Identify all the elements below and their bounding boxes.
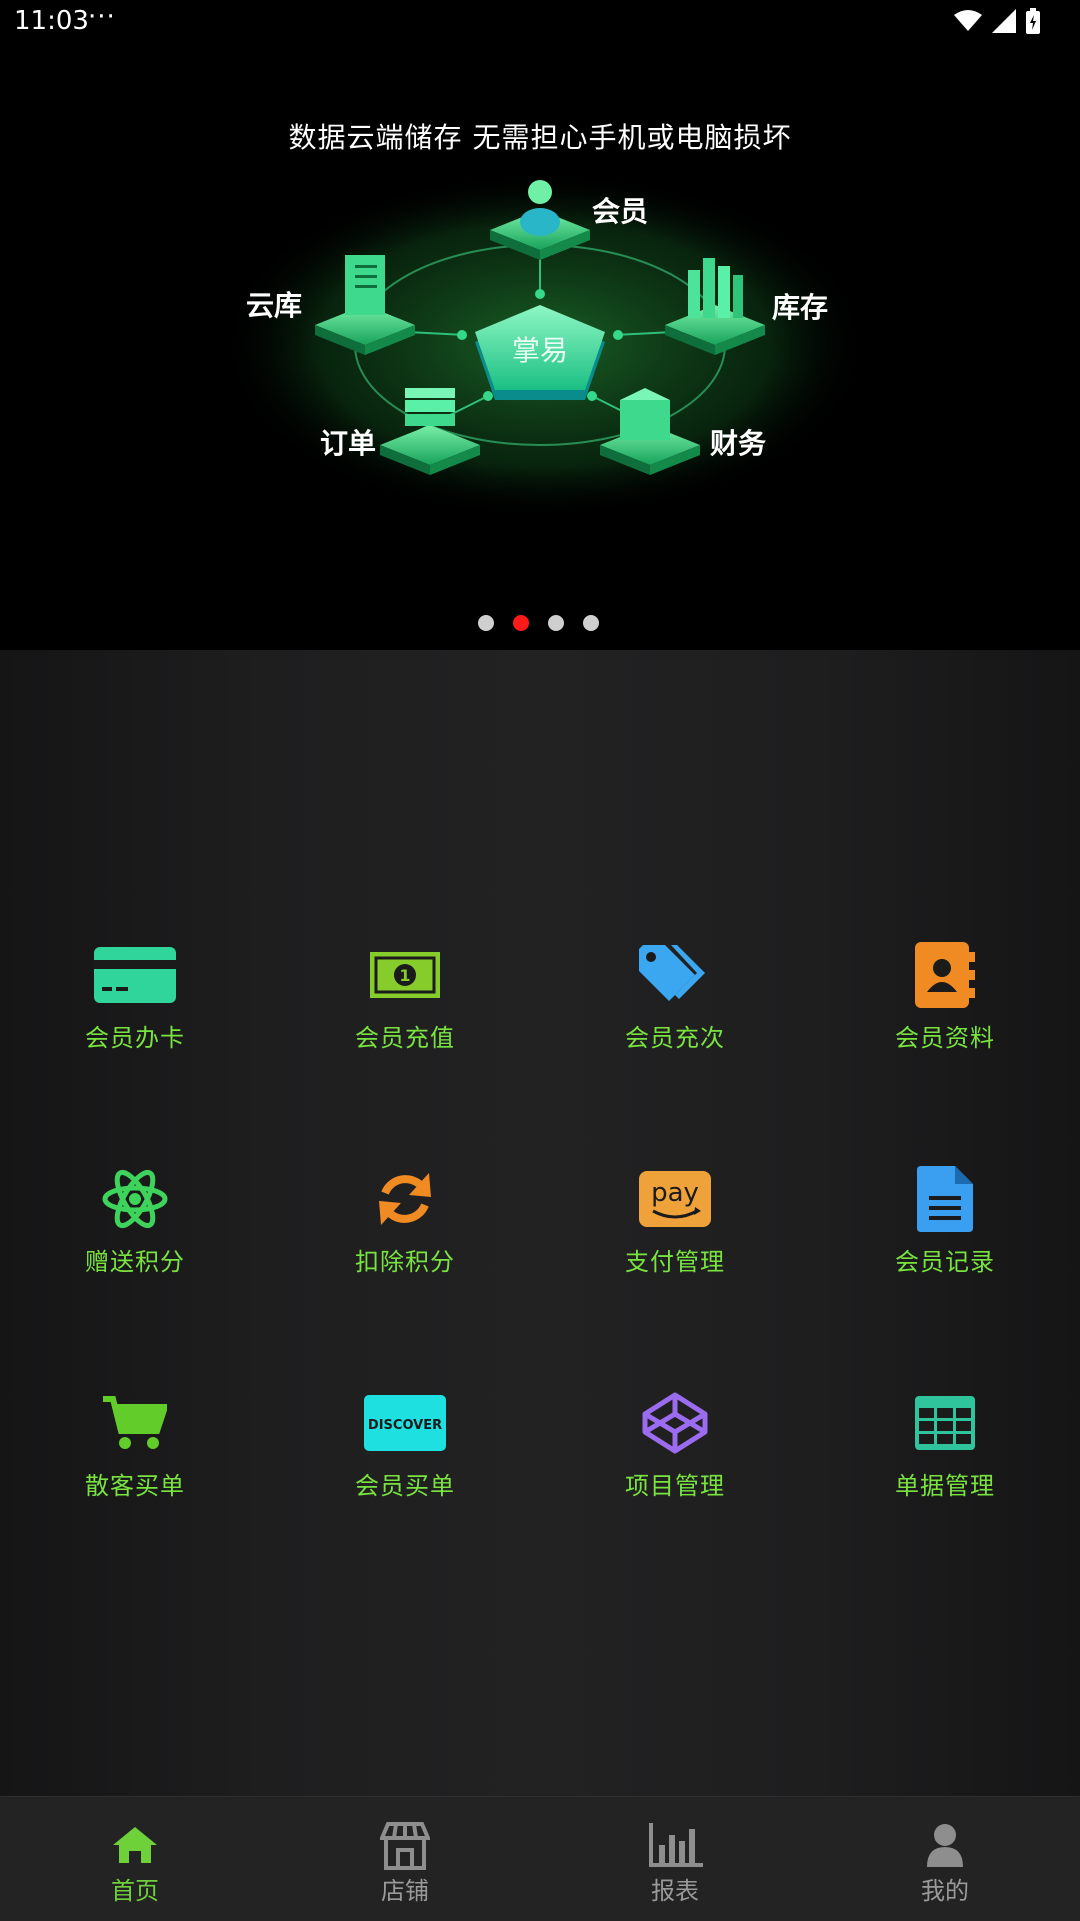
node-label-cloud: 云库 [246, 289, 303, 322]
center-label: 掌易 [512, 334, 568, 367]
pager-dot[interactable] [583, 615, 599, 631]
nav-home[interactable]: 首页 [0, 1797, 270, 1921]
tile-label: 散客买单 [85, 1472, 185, 1500]
nav-profile[interactable]: 我的 [810, 1797, 1080, 1921]
file-text-icon [903, 1164, 987, 1234]
node-label-member: 会员 [592, 195, 649, 228]
tile-label: 项目管理 [625, 1472, 725, 1500]
notification-more-icon: ··· [88, 2, 116, 32]
tile-deduct-points[interactable]: 扣除积分 [270, 1164, 540, 1388]
credit-card-icon [93, 940, 177, 1010]
battery-icon [1026, 8, 1040, 34]
amazon-pay-icon: pay [633, 1164, 717, 1234]
nav-label: 店铺 [381, 1877, 429, 1905]
banner-carousel[interactable]: 数据云端储存 无需担心手机或电脑损坏 掌易 会员 库存 财务 订单 云库 [0, 0, 1080, 650]
discover-card-icon: DISCOVER [363, 1388, 447, 1458]
tile-member-checkout[interactable]: DISCOVER 会员买单 [270, 1388, 540, 1612]
user-icon [915, 1821, 975, 1869]
tile-project-management[interactable]: 项目管理 [540, 1388, 810, 1612]
home-icon [105, 1821, 165, 1869]
tile-label: 会员办卡 [85, 1024, 185, 1052]
tile-label: 会员充次 [625, 1024, 725, 1052]
signal-icon [992, 9, 1016, 33]
sync-icon [363, 1164, 447, 1234]
tile-label: 支付管理 [625, 1248, 725, 1276]
atom-icon [93, 1164, 177, 1234]
tile-member-count-recharge[interactable]: 会员充次 [540, 940, 810, 1164]
feature-grid: 会员办卡 1 会员充值 会员充次 会员资料 赠送积分 扣除积分 pay 支付管理… [0, 940, 1080, 1612]
node-label-stock: 库存 [772, 291, 829, 324]
tile-member-records[interactable]: 会员记录 [810, 1164, 1080, 1388]
main-content: 会员办卡 1 会员充值 会员充次 会员资料 赠送积分 扣除积分 pay 支付管理… [0, 650, 1080, 1796]
nav-reports[interactable]: 报表 [540, 1797, 810, 1921]
tile-document-management[interactable]: 单据管理 [810, 1388, 1080, 1612]
tile-label: 会员资料 [895, 1024, 995, 1052]
pager-dot[interactable] [478, 615, 494, 631]
tile-member-profile[interactable]: 会员资料 [810, 940, 1080, 1164]
tile-label: 扣除积分 [355, 1248, 455, 1276]
tile-gift-points[interactable]: 赠送积分 [0, 1164, 270, 1388]
tile-payment-management[interactable]: pay 支付管理 [540, 1164, 810, 1388]
svg-text:DISCOVER: DISCOVER [368, 1418, 442, 1433]
codepen-icon [633, 1388, 717, 1458]
network-graphic: 掌易 [220, 170, 870, 520]
banner-caption: 数据云端储存 无需担心手机或电脑损坏 [288, 121, 792, 154]
status-icons [954, 8, 1040, 34]
tile-member-recharge[interactable]: 1 会员充值 [270, 940, 540, 1164]
bottom-navigation: 首页 店铺 报表 我的 [0, 1796, 1080, 1921]
tile-member-card[interactable]: 会员办卡 [0, 940, 270, 1164]
tile-label: 会员记录 [895, 1248, 995, 1276]
nav-label: 首页 [111, 1877, 159, 1905]
tile-label: 会员买单 [355, 1472, 455, 1500]
nav-store[interactable]: 店铺 [270, 1797, 540, 1921]
hero-illustration: 掌易 会员 库存 财务 订单 云库 [200, 160, 880, 540]
pager-dot-active[interactable] [513, 615, 529, 631]
nav-label: 我的 [921, 1877, 969, 1905]
node-label-finance: 财务 [710, 427, 767, 460]
tile-walkin-checkout[interactable]: 散客买单 [0, 1388, 270, 1612]
nav-label: 报表 [651, 1877, 699, 1905]
cart-icon [93, 1388, 177, 1458]
carousel-pager [478, 615, 599, 631]
status-time: 11:03 [14, 6, 89, 36]
tile-label: 会员充值 [355, 1024, 455, 1052]
node-label-order: 订单 [320, 427, 377, 460]
pager-dot[interactable] [548, 615, 564, 631]
svg-text:pay: pay [651, 1178, 699, 1208]
tile-label: 赠送积分 [85, 1248, 185, 1276]
money-bill-icon: 1 [363, 940, 447, 1010]
table-icon [903, 1388, 987, 1458]
tags-icon [633, 940, 717, 1010]
tile-label: 单据管理 [895, 1472, 995, 1500]
status-bar: 11:03 ··· [0, 0, 1080, 42]
wifi-icon [954, 10, 982, 31]
chart-bar-icon [645, 1821, 705, 1869]
svg-text:1: 1 [399, 966, 410, 985]
address-book-icon [903, 940, 987, 1010]
store-icon [375, 1821, 435, 1870]
